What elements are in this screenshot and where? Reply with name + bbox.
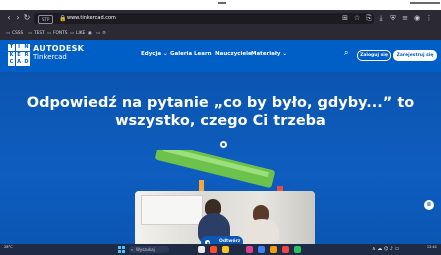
weather-widget[interactable]: 28°C (4, 245, 13, 250)
login-button[interactable]: Zaloguj się (357, 50, 391, 61)
windows-start-icon[interactable] (118, 246, 125, 253)
logo-letter: A (15, 59, 23, 66)
nav-galeria[interactable]: Galeria (170, 51, 192, 57)
bookmark-item[interactable]: ▭ ⚙ (96, 29, 108, 38)
signup-button[interactable]: Zarejestruj się (393, 50, 437, 61)
windows-taskbar: 28°C ⌕ Wyszukaj ∧ ☁ ⌬ ♪ ▭ 12:41 (0, 244, 441, 255)
app-icon[interactable] (294, 246, 301, 253)
browser-chrome: ‹ › ↻ STP 🔒 www.tinkercad.com ⊞ ☆ ⎘ ⤓ ⛨ … (0, 10, 441, 40)
hero-section: Odpowiedź na pytanie „co by było, gdyby.… (0, 72, 441, 244)
student-body (245, 219, 279, 244)
site-badge: STP (38, 15, 54, 24)
hero-title: Odpowiedź na pytanie „co by było, gdyby.… (26, 95, 415, 129)
files-icon[interactable] (222, 246, 229, 253)
nav-nauczyciele[interactable]: Nauczyciele (215, 51, 252, 57)
app-icon[interactable] (246, 246, 253, 253)
folder-icon: ▭ (47, 31, 52, 36)
app-icon[interactable] (282, 246, 289, 253)
shield-icon[interactable]: ⛨ (389, 13, 397, 23)
address-bar[interactable]: STP 🔒 www.tinkercad.com (34, 13, 374, 24)
brand-tinkercad[interactable]: Tinkercad (33, 53, 67, 61)
logo-letter: E (15, 51, 23, 59)
menu-icon[interactable]: ⋮ (425, 13, 433, 23)
folder-icon: ▭ (96, 31, 101, 36)
tinkercad-logo[interactable]: T I N K E R C A D (8, 44, 30, 66)
bookmark-icon[interactable]: ☆ (353, 13, 361, 23)
logo-letter: C (8, 59, 15, 66)
upper-wing (155, 150, 275, 188)
settings-icon: ⚙ (102, 31, 106, 36)
nav-learn[interactable]: Learn (194, 51, 212, 57)
taskbar-search-text: Wyszukaj (136, 247, 155, 252)
clock[interactable]: 12:41 (427, 245, 437, 250)
bookmark-item[interactable]: ▭ CSSS (6, 29, 23, 38)
account-icon[interactable]: ◉ (413, 13, 421, 23)
window-handle (218, 2, 226, 4)
lock-icon: 🔒 (59, 15, 67, 22)
app-icon[interactable] (258, 246, 265, 253)
brand-autodesk[interactable]: AUTODESK (33, 44, 84, 53)
reload-icon[interactable]: ↻ (22, 13, 32, 23)
toolbar-icons: ⊞ ☆ ⎘ ⤓ ⛨ ≡ ◉ ⋮ (341, 13, 433, 23)
logo-letter: N (23, 44, 30, 51)
record-icon (220, 141, 227, 148)
app-icon: ◼ (88, 31, 92, 36)
logo-letter: I (15, 44, 23, 51)
nav-edycja[interactable]: Edycja ⌄ (141, 51, 168, 57)
logo-letter: D (23, 59, 30, 66)
nav-materialy[interactable]: Materiały ⌄ (251, 51, 287, 57)
search-icon: ⌕ (131, 247, 134, 252)
logo-letter: K (8, 51, 15, 59)
logo-letter: R (23, 51, 30, 59)
weather-temp: 28°C (4, 245, 13, 249)
folder-icon: ▭ (28, 31, 33, 36)
pause-button[interactable]: II (424, 200, 434, 210)
window-controls-strip (410, 2, 440, 4)
app-icon[interactable] (270, 246, 277, 253)
bookmarks-bar: ▭ CSSS ▭ TEST ▭ FONTS ▭ LIKE ◼ ▭ ⚙ (0, 28, 441, 39)
window-top-strip (0, 0, 441, 10)
bookmark-item[interactable]: ◼ (88, 29, 94, 38)
download-icon[interactable]: ⤓ (377, 13, 385, 23)
browser-toolbar: ‹ › ↻ STP 🔒 www.tinkercad.com ⊞ ☆ ⎘ ⤓ ⛨ … (0, 10, 441, 27)
url-text: www.tinkercad.com (67, 15, 116, 21)
bookmark-item[interactable]: ▭ TEST (28, 29, 45, 38)
bookmark-item[interactable]: ▭ FONTS (47, 29, 67, 38)
search-icon[interactable]: ⌕ (344, 48, 354, 58)
share-icon[interactable]: ⎘ (365, 13, 373, 23)
folder-icon: ▭ (6, 31, 11, 36)
taskbar-search[interactable]: ⌕ Wyszukaj (129, 246, 169, 253)
grid-icon[interactable]: ⊞ (341, 13, 349, 23)
extensions-icon[interactable]: ≡ (401, 13, 409, 23)
bookmark-item[interactable]: ▭ LIKE (70, 29, 85, 38)
app-icon[interactable] (210, 246, 217, 253)
folder-icon: ▭ (70, 31, 75, 36)
whiteboard (141, 195, 203, 225)
taskview-icon[interactable] (198, 246, 205, 253)
system-tray-icons[interactable]: ∧ ☁ ⌬ ♪ ▭ (372, 246, 399, 253)
clock-time: 12:41 (426, 245, 437, 249)
logo-letter: T (8, 44, 15, 51)
